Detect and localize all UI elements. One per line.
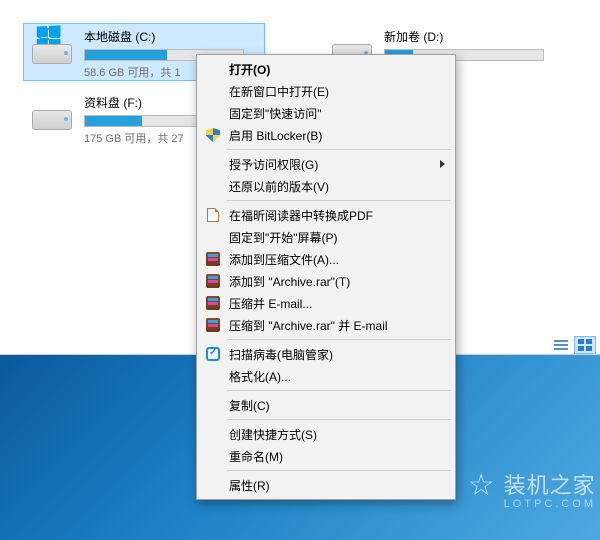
context-menu-label: 属性(R) xyxy=(229,477,270,494)
rar-icon xyxy=(205,251,221,267)
context-menu-separator xyxy=(227,200,451,201)
context-menu-label: 压缩并 E-mail... xyxy=(229,295,312,312)
context-menu-separator xyxy=(227,470,451,471)
context-menu-label: 添加到压缩文件(A)... xyxy=(229,251,339,268)
context-menu-label: 创建快捷方式(S) xyxy=(229,426,317,443)
context-menu-item[interactable]: 压缩到 "Archive.rar" 并 E-mail xyxy=(199,314,453,336)
context-menu-label: 在新窗口中打开(E) xyxy=(229,83,329,100)
drive-label: 新加卷 (D:) xyxy=(384,28,560,45)
context-menu-label: 固定到"开始"屏幕(P) xyxy=(229,229,338,246)
shield-icon xyxy=(205,127,221,143)
context-menu-item[interactable]: 还原以前的版本(V) xyxy=(199,175,453,197)
context-menu-item[interactable]: 固定到"快速访问" xyxy=(199,102,453,124)
context-menu-item[interactable]: 打开(O) xyxy=(199,58,453,80)
view-tiles-button[interactable] xyxy=(574,336,596,354)
context-menu-item[interactable]: 复制(C) xyxy=(199,394,453,416)
drive-icon xyxy=(28,94,76,134)
context-menu-label: 打开(O) xyxy=(229,61,270,78)
context-menu-label: 还原以前的版本(V) xyxy=(229,178,329,195)
context-menu-label: 压缩到 "Archive.rar" 并 E-mail xyxy=(229,317,388,334)
context-menu-label: 扫描病毒(电脑管家) xyxy=(229,346,333,363)
pdf-icon xyxy=(205,207,221,223)
rar-icon xyxy=(205,317,221,333)
submenu-arrow-icon xyxy=(440,160,445,168)
context-menu-separator xyxy=(227,339,451,340)
star-icon xyxy=(468,474,498,504)
context-menu-item[interactable]: 扫描病毒(电脑管家) xyxy=(199,343,453,365)
scan-icon xyxy=(205,346,221,362)
context-menu-item[interactable]: 在新窗口中打开(E) xyxy=(199,80,453,102)
watermark-sub: LOTPC.COM xyxy=(504,498,596,510)
context-menu-item[interactable]: 添加到压缩文件(A)... xyxy=(199,248,453,270)
watermark-text: 装机之家 xyxy=(504,473,596,498)
context-menu-item[interactable]: 添加到 "Archive.rar"(T) xyxy=(199,270,453,292)
context-menu-label: 添加到 "Archive.rar"(T) xyxy=(229,273,350,290)
context-menu-item[interactable]: 固定到"开始"屏幕(P) xyxy=(199,226,453,248)
context-menu-item[interactable]: 授予访问权限(G) xyxy=(199,153,453,175)
drive-label: 本地磁盘 (C:) xyxy=(84,28,260,45)
context-menu-item[interactable]: 格式化(A)... xyxy=(199,365,453,387)
context-menu-separator xyxy=(227,149,451,150)
context-menu-separator xyxy=(227,419,451,420)
context-menu-item[interactable]: 创建快捷方式(S) xyxy=(199,423,453,445)
drive-os-icon xyxy=(28,28,76,68)
context-menu-label: 启用 BitLocker(B) xyxy=(229,127,322,144)
context-menu-item[interactable]: 在福昕阅读器中转换成PDF xyxy=(199,204,453,226)
context-menu-item[interactable]: 压缩并 E-mail... xyxy=(199,292,453,314)
usage-fill xyxy=(85,50,167,60)
context-menu-item[interactable]: 属性(R) xyxy=(199,474,453,496)
context-menu-label: 固定到"快速访问" xyxy=(229,105,322,122)
context-menu-item[interactable]: 重命名(M) xyxy=(199,445,453,467)
rar-icon xyxy=(205,273,221,289)
context-menu-label: 在福昕阅读器中转换成PDF xyxy=(229,207,373,224)
rar-icon xyxy=(205,295,221,311)
context-menu-label: 授予访问权限(G) xyxy=(229,156,318,173)
context-menu: 打开(O) 在新窗口中打开(E) 固定到"快速访问" 启用 BitLocker(B) 授… xyxy=(196,54,456,500)
watermark: 装机之家 LOTPC.COM xyxy=(468,468,596,510)
context-menu-label: 格式化(A)... xyxy=(229,368,291,385)
context-menu-item[interactable]: 启用 BitLocker(B) xyxy=(199,124,453,146)
context-menu-separator xyxy=(227,390,451,391)
context-menu-label: 重命名(M) xyxy=(229,448,283,465)
context-menu-label: 复制(C) xyxy=(229,397,270,414)
view-details-button[interactable] xyxy=(550,336,572,354)
